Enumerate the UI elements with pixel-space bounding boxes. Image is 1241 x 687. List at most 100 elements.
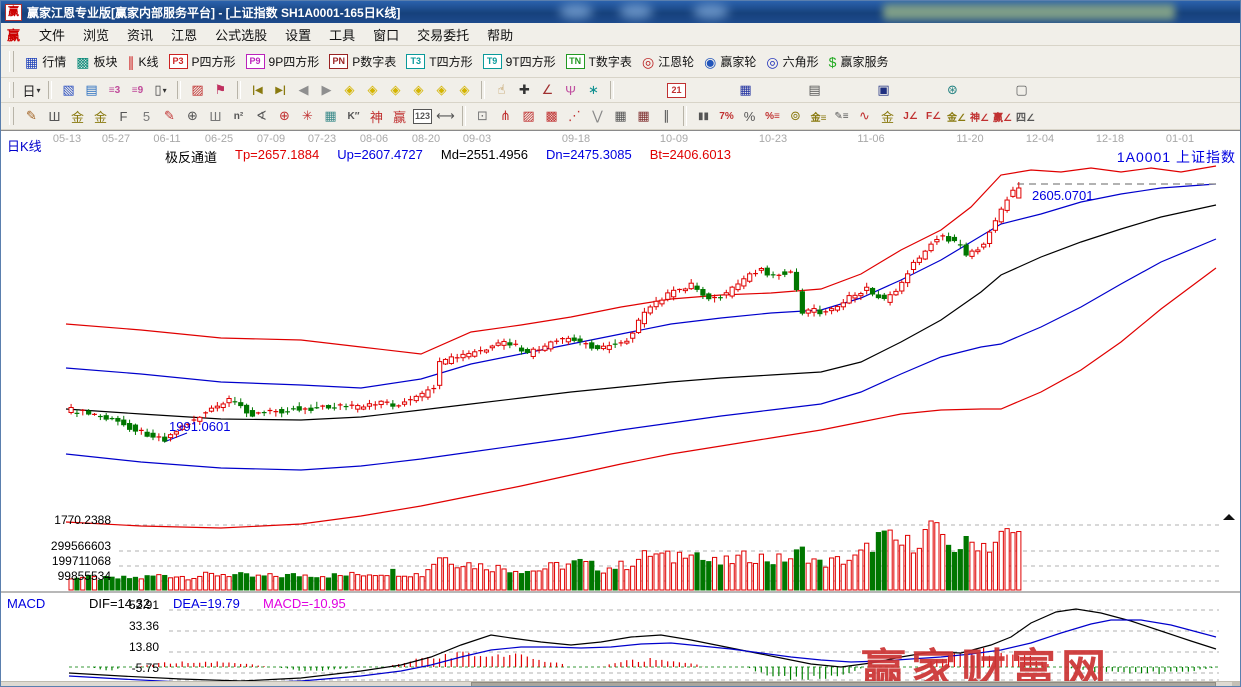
time-circle-tool[interactable]: ⊕ (181, 106, 204, 126)
wave-abc-tool[interactable]: ∿ (853, 106, 876, 126)
menu-item-8[interactable]: 交易委托 (408, 23, 478, 46)
toolbar-button-sectors[interactable]: ▩板块 (71, 51, 122, 72)
f-angle-tool[interactable]: F∠ (922, 106, 945, 126)
gold-circle-tool[interactable]: ⊚ (784, 106, 807, 126)
gann-fan-tool[interactable]: ⋔ (494, 106, 517, 126)
spiral-tool[interactable]: 5 (135, 106, 158, 126)
gold-angle-tool[interactable]: 金∠ (945, 106, 968, 126)
box-select-tool[interactable]: ⊡ (471, 106, 494, 126)
gann-target-tool[interactable]: ⊕ (273, 106, 296, 126)
drag-hand-tool[interactable]: ☝ (490, 80, 513, 100)
ruler-123-tool[interactable]: 123 (411, 106, 434, 126)
gold-ruler-2[interactable]: 金 (89, 106, 112, 126)
gold-lines-tool[interactable]: 金≡ (807, 106, 830, 126)
square-grid-2[interactable]: ▦ (632, 106, 655, 126)
compress-tool[interactable]: ◈ (407, 80, 430, 100)
toolbar-button-gann-wheel[interactable]: ◎江恩轮 (637, 51, 699, 72)
k-mark-tool[interactable]: K″ (342, 106, 365, 126)
parallel-lines-tool[interactable]: ∥ (655, 106, 678, 126)
percent-7-tool[interactable]: 7% (715, 106, 738, 126)
remote-button[interactable]: ▢ (1010, 80, 1033, 100)
last-page-button[interactable]: ▶| (269, 80, 292, 100)
next-page-button[interactable]: ▶ (315, 80, 338, 100)
percent-tool[interactable]: % (738, 106, 761, 126)
gann-grid-1[interactable]: ▨ (517, 106, 540, 126)
n-square-tool[interactable]: n² (227, 106, 250, 126)
toolbar-button-quotes[interactable]: ▦行情 (20, 51, 71, 72)
toolbar-button-winner-wheel[interactable]: ◉赢家轮 (699, 51, 761, 72)
toolbar-button-t-square[interactable]: T3T四方形 (401, 51, 477, 72)
report-tool[interactable]: ▤ (80, 80, 103, 100)
cycle-tool[interactable]: ∗ (582, 80, 605, 100)
angle-line-tool[interactable]: ∠ (536, 80, 559, 100)
first-page-button[interactable]: |◀ (246, 80, 269, 100)
toolbar-button-kline[interactable]: ∥K线 (123, 51, 164, 72)
chart-3-tool-icon: ≡3 (109, 85, 120, 96)
draw-pen-tool[interactable]: ✎ (20, 106, 43, 126)
kline-style-dropdown[interactable]: 日▾ (20, 80, 43, 100)
menu-item-1[interactable]: 浏览 (74, 23, 118, 46)
web-button[interactable]: ⊛ (941, 80, 964, 100)
full-view-tool[interactable]: ◈ (453, 80, 476, 100)
j-angle-tool[interactable]: J∠ (899, 106, 922, 126)
menu-item-4[interactable]: 公式选股 (206, 23, 276, 46)
gann-grid-2[interactable]: ▩ (540, 106, 563, 126)
move-tool[interactable]: ◈ (384, 80, 407, 100)
shen-tool[interactable]: 神 (365, 106, 388, 126)
notes-button[interactable]: ▤ (803, 80, 826, 100)
menu-item-3[interactable]: 江恩 (162, 23, 206, 46)
grid-net-tool[interactable]: ▦ (319, 106, 342, 126)
zoom-right-tool[interactable]: ◈ (361, 80, 384, 100)
f-ruler-tool[interactable]: F (112, 106, 135, 126)
toolbar-button-hexagon[interactable]: ◎六角形 (761, 51, 823, 72)
square-grid-1[interactable]: ▦ (609, 106, 632, 126)
pink-pattern-tool[interactable]: Ψ (559, 80, 582, 100)
red-pen-tool[interactable]: ✎ (158, 106, 181, 126)
expand-tool[interactable]: ◈ (430, 80, 453, 100)
volume-bars-tool[interactable]: ▮▮ (692, 106, 715, 126)
width-measure-tool[interactable]: ⟷ (434, 106, 457, 126)
toolbar-button-p-square[interactable]: P3P四方形 (164, 51, 241, 72)
pattern-tool[interactable]: ▧ (57, 80, 80, 100)
horizontal-scrollbar[interactable] (1, 681, 1241, 687)
gold-underline-tool[interactable]: 金 (876, 106, 899, 126)
period-label[interactable]: 日K线 (7, 136, 42, 155)
menu-item-2[interactable]: 资讯 (118, 23, 162, 46)
candle-style-dropdown[interactable]: ▯▾ (149, 80, 172, 100)
zoom-left-tool[interactable]: ◈ (338, 80, 361, 100)
toolbar-button-winner-service[interactable]: $赢家服务 (824, 51, 894, 72)
chart-9-tool[interactable]: ≡9 (126, 80, 149, 100)
prev-page-button[interactable]: ◀ (292, 80, 315, 100)
shen-angle-tool[interactable]: 神∠ (968, 106, 991, 126)
flag-tool[interactable]: ⚑ (209, 80, 232, 100)
menu-item-0[interactable]: 文件 (30, 23, 74, 46)
percent-lines-tool[interactable]: %≡ (761, 106, 784, 126)
toolbar-button-9t-square[interactable]: T99T四方形 (478, 51, 561, 72)
gold-ruler-1[interactable]: 金 (66, 106, 89, 126)
ying-angle-tool[interactable]: 赢∠ (991, 106, 1014, 126)
tick-ruler-tool[interactable]: Ш (204, 106, 227, 126)
si-angle-tool[interactable]: 四∠ (1014, 106, 1037, 126)
chart-3-tool[interactable]: ≡3 (103, 80, 126, 100)
price-star-tool[interactable]: ✳ (296, 106, 319, 126)
menu-item-9[interactable]: 帮助 (478, 23, 522, 46)
menu-item-7[interactable]: 窗口 (364, 23, 408, 46)
mirror-angle-tool[interactable]: ∢ (250, 106, 273, 126)
pen-lines-tool[interactable]: ✎≡ (830, 106, 853, 126)
calculator-button[interactable]: ▦ (734, 80, 757, 100)
ying-tool[interactable]: 赢 (388, 106, 411, 126)
toolbar-button-t-table[interactable]: TNT数字表 (561, 51, 637, 72)
macd-label[interactable]: MACD (7, 596, 45, 611)
v-wave-tool[interactable]: ⋁ (586, 106, 609, 126)
calendar-button[interactable]: 21 (665, 80, 688, 100)
toolbar-button-9p-square[interactable]: P99P四方形 (241, 51, 325, 72)
toolbar-button-p-table[interactable]: PNP数字表 (324, 51, 401, 72)
crosshair-tool[interactable]: ✚ (513, 80, 536, 100)
scrollbar-thumb[interactable] (471, 682, 1216, 687)
comb-ruler-tool[interactable]: Ш (43, 106, 66, 126)
formula-region-tool[interactable]: ▨ (186, 80, 209, 100)
menu-item-5[interactable]: 设置 (276, 23, 320, 46)
save-button[interactable]: ▣ (872, 80, 895, 100)
menu-item-6[interactable]: 工具 (320, 23, 364, 46)
speed-lines-tool[interactable]: ⋰ (563, 106, 586, 126)
